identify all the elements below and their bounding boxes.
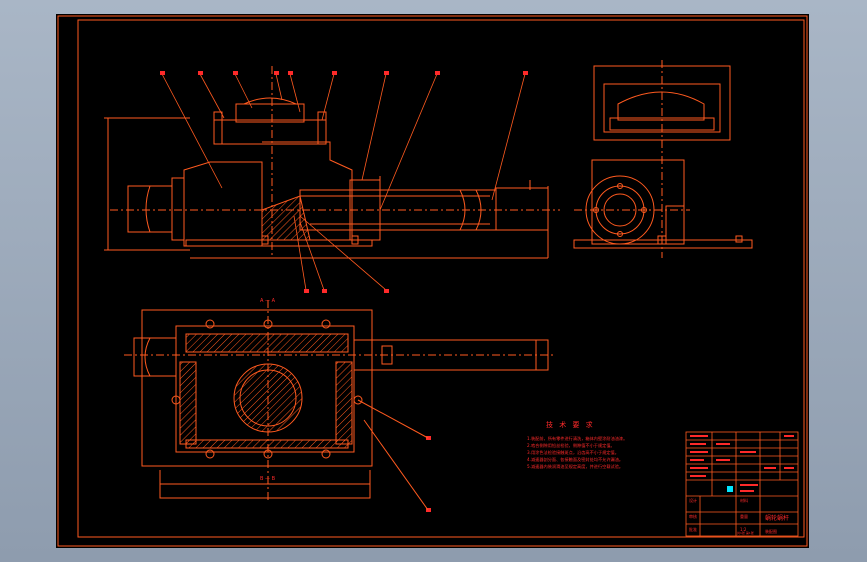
section-label-bottom: B — B xyxy=(260,476,276,482)
weight-label: 重量 xyxy=(740,513,748,519)
approver-label: 批准 xyxy=(689,526,697,532)
tech-req-item: 2.啮合侧隙用铅丝检验，侧隙值不小于规定值。 xyxy=(527,442,615,449)
tech-req-item: 1.装配前，所有零件进行清洗，箱体内壁涂耐油油漆。 xyxy=(527,435,627,442)
tech-req-item: 5.减速器内装润滑油至规定高度，并进行空载试验。 xyxy=(527,463,623,470)
tech-req-item: 3.用涂色法检验接触斑点，沿齿高不小于规定值。 xyxy=(527,449,619,456)
drawing-code: 装配图 xyxy=(765,528,777,534)
section-label-top: A — A xyxy=(260,298,276,304)
drawing-name: 蜗轮蜗杆 xyxy=(765,514,789,522)
sheet-count: 共1张 第1张 xyxy=(737,530,754,535)
cad-drawing: A — A B — B 技 术 要 求 1.装配前，所有零件进行清洗，箱体内壁涂… xyxy=(56,14,809,548)
designer-label: 设计 xyxy=(689,497,697,503)
tech-req-title: 技 术 要 求 xyxy=(546,420,595,429)
checker-label: 审核 xyxy=(689,513,697,519)
material-label: 材料 xyxy=(740,497,748,503)
selection-marker xyxy=(727,486,733,492)
tech-req-item: 4.减速器剖分面、各接触面及密封处均不允许漏油。 xyxy=(527,456,623,463)
